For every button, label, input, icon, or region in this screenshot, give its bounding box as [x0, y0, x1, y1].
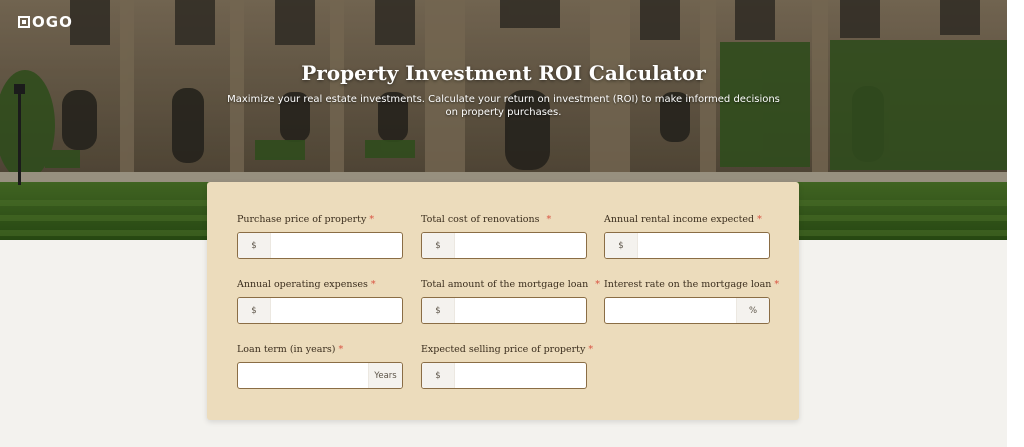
required-marker: * — [369, 214, 375, 225]
field-interest-rate: Interest rate on the mortgage loan * % — [604, 279, 780, 324]
required-marker: * — [595, 279, 601, 290]
rental-income-input-group: $ — [604, 232, 770, 259]
logo[interactable]: OGO — [18, 13, 73, 31]
selling-price-input[interactable] — [455, 363, 586, 388]
field-selling-price: Expected selling price of property * $ — [421, 344, 594, 389]
rental-income-input[interactable] — [638, 233, 769, 258]
mortgage-amount-input-group: $ — [421, 297, 587, 324]
required-marker: * — [588, 344, 594, 355]
purchase-price-input[interactable] — [271, 233, 402, 258]
field-label: Total amount of the mortgage loan * — [421, 279, 601, 290]
dollar-prefix: $ — [422, 363, 455, 388]
required-marker: * — [370, 279, 376, 290]
field-mortgage-amount: Total amount of the mortgage loan * $ — [421, 279, 601, 324]
interest-rate-input-group: % — [604, 297, 770, 324]
operating-expenses-input-group: $ — [237, 297, 403, 324]
loan-term-input-group: Years — [237, 362, 403, 389]
required-marker: * — [338, 344, 344, 355]
dollar-prefix: $ — [422, 298, 455, 323]
logo-text: OGO — [32, 13, 73, 31]
field-loan-term: Loan term (in years) * Years — [237, 344, 403, 389]
field-label: Annual rental income expected * — [604, 214, 762, 225]
required-marker: * — [757, 214, 762, 225]
field-renovation-cost: Total cost of renovations * $ — [421, 214, 587, 259]
required-marker: * — [546, 214, 552, 225]
field-label: Loan term (in years) * — [237, 344, 344, 355]
field-purchase-price: Purchase price of property * $ — [237, 214, 403, 259]
loan-term-input[interactable] — [238, 363, 368, 388]
years-suffix: Years — [368, 363, 402, 388]
field-label: Annual operating expenses * — [237, 279, 376, 290]
mortgage-amount-input[interactable] — [455, 298, 586, 323]
field-label: Total cost of renovations * — [421, 214, 552, 225]
renovation-cost-input-group: $ — [421, 232, 587, 259]
operating-expenses-input[interactable] — [271, 298, 402, 323]
field-operating-expenses: Annual operating expenses * $ — [237, 279, 403, 324]
dollar-prefix: $ — [605, 233, 638, 258]
field-label: Expected selling price of property * — [421, 344, 594, 355]
dollar-prefix: $ — [422, 233, 455, 258]
renovation-cost-input[interactable] — [455, 233, 586, 258]
purchase-price-input-group: $ — [237, 232, 403, 259]
field-label: Interest rate on the mortgage loan * — [604, 279, 780, 290]
logo-mark-icon — [18, 16, 30, 28]
field-label: Purchase price of property * — [237, 214, 375, 225]
selling-price-input-group: $ — [421, 362, 587, 389]
calculator-form: Purchase price of property * $ Total cost… — [207, 182, 799, 420]
field-rental-income: Annual rental income expected * $ — [604, 214, 770, 259]
dollar-prefix: $ — [238, 298, 271, 323]
page-title: Property Investment ROI Calculator — [301, 61, 706, 85]
page-subtitle: Maximize your real estate investments. C… — [227, 94, 780, 118]
percent-suffix: % — [736, 298, 769, 323]
dollar-prefix: $ — [238, 233, 271, 258]
required-marker: * — [774, 279, 780, 290]
page-gutter — [1007, 0, 1024, 447]
interest-rate-input[interactable] — [605, 298, 736, 323]
